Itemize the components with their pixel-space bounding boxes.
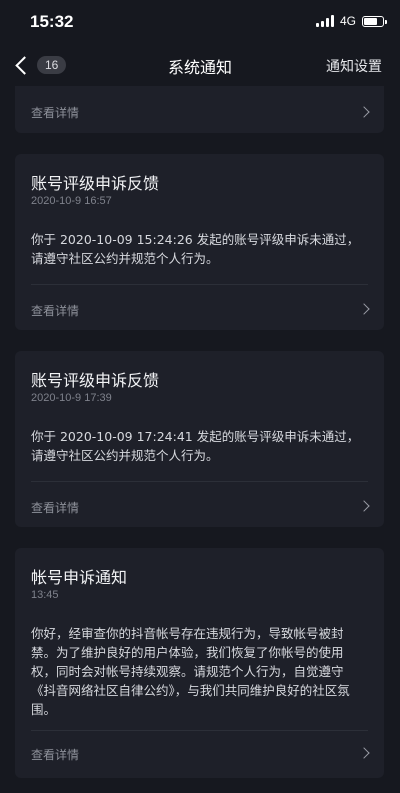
- notification-body: 你于 2020-10-09 17:24:41 发起的账号评级申诉未通过，请遵守社…: [31, 429, 360, 463]
- notification-body: 你于 2020-10-09 15:24:26 发起的账号评级申诉未通过，请遵守社…: [31, 232, 360, 266]
- notification-date: 2020-10-9 16:57: [31, 195, 112, 207]
- notification-card: 账号评级申诉反馈 2020-10-9 16:57 你于 2020-10-09 1…: [15, 154, 384, 330]
- chevron-right-icon: [358, 303, 370, 315]
- status-indicators: 4G: [315, 14, 387, 28]
- divider: [31, 284, 368, 285]
- notification-settings-button[interactable]: 通知设置: [326, 56, 382, 76]
- notification-body: 你好，经审查你的抖音帐号存在违规行为，导致帐号被封禁。为了维护良好的用户体验，我…: [31, 626, 350, 717]
- notification-card: 账号评级申诉反馈 2020-10-9 17:39 你于 2020-10-09 1…: [15, 351, 384, 527]
- view-details-link[interactable]: 查看详情: [31, 104, 79, 121]
- notification-card-partial[interactable]: 查看详情: [15, 86, 384, 133]
- divider: [31, 730, 368, 731]
- view-details-link[interactable]: 查看详情: [31, 302, 79, 319]
- notification-title: 账号评级申诉反馈: [31, 174, 160, 193]
- chevron-right-icon: [358, 106, 370, 118]
- battery-icon: [362, 15, 387, 27]
- status-bar: 15:32 4G: [0, 0, 400, 44]
- nav-bar: 16 系统通知 通知设置: [0, 44, 400, 86]
- notification-title: 账号评级申诉反馈: [31, 371, 160, 390]
- notification-card: 帐号申诉通知 13:45 你好，经审查你的抖音帐号存在违规行为，导致帐号被封禁。…: [15, 548, 384, 778]
- view-details-link[interactable]: 查看详情: [31, 499, 79, 516]
- notification-title: 帐号申诉通知: [31, 568, 128, 587]
- chevron-right-icon: [358, 500, 370, 512]
- notification-date: 2020-10-9 17:39: [31, 392, 112, 404]
- view-details-link[interactable]: 查看详情: [31, 746, 79, 763]
- network-type: 4G: [339, 14, 356, 28]
- divider: [31, 481, 368, 482]
- signal-icon: [315, 15, 334, 27]
- status-time: 15:32: [30, 12, 74, 31]
- chevron-right-icon: [358, 747, 370, 759]
- notification-date: 13:45: [31, 589, 59, 601]
